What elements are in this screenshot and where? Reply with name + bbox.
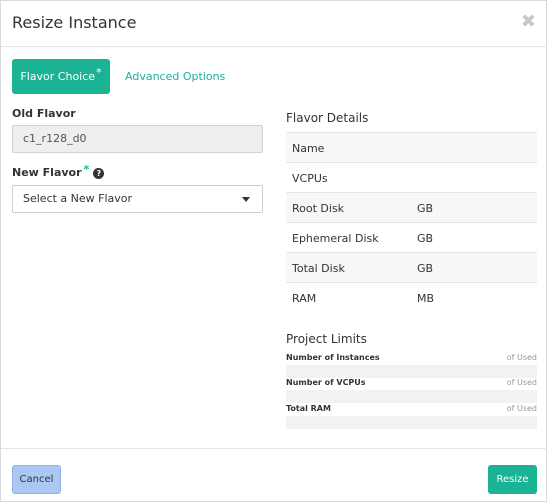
limit-used: of Used: [506, 353, 537, 362]
modal-footer: Cancel Resize: [1, 448, 547, 503]
limit-progress-bar: [286, 416, 537, 429]
resize-button[interactable]: Resize: [488, 465, 537, 494]
new-flavor-label-text: New Flavor: [12, 166, 82, 179]
limit-progress-bar: [286, 365, 537, 378]
row-name: Root Disk: [292, 202, 345, 215]
old-flavor-field: c1_r128_d0: [12, 125, 263, 153]
flavor-details-title: Flavor Details: [286, 111, 369, 125]
new-flavor-selected-value: Select a New Flavor: [23, 192, 133, 205]
row-name: Ephemeral Disk: [292, 232, 379, 245]
tab-flavor-choice[interactable]: Flavor Choice *: [12, 59, 110, 94]
limit-name: Total RAM: [286, 404, 331, 413]
table-row: RAM MB: [286, 282, 537, 312]
table-row: Root Disk GB: [286, 192, 537, 222]
limit-name: Number of VCPUs: [286, 378, 366, 387]
table-row: Total Disk GB: [286, 252, 537, 282]
limit-used: of Used: [506, 378, 537, 387]
flavor-details-table: Name VCPUs Root Disk GB Ephemeral Disk G…: [286, 132, 537, 312]
old-flavor-label: Old Flavor: [12, 107, 76, 120]
new-flavor-select[interactable]: Select a New Flavor: [12, 185, 263, 213]
required-marker: *: [96, 66, 102, 79]
cancel-button[interactable]: Cancel: [12, 465, 61, 494]
limit-name: Number of Instances: [286, 353, 380, 362]
table-row: Ephemeral Disk GB: [286, 222, 537, 252]
limit-used: of Used: [506, 404, 537, 413]
help-icon[interactable]: ?: [93, 168, 105, 179]
row-name: Name: [292, 142, 325, 155]
row-value: MB: [417, 292, 435, 305]
row-value: GB: [417, 202, 434, 215]
new-flavor-label: New Flavor *?: [12, 163, 105, 179]
modal-header: Resize Instance ✖: [1, 1, 547, 47]
table-row: Name: [286, 132, 537, 162]
row-value: GB: [417, 232, 434, 245]
row-value: GB: [417, 262, 434, 275]
tab-advanced-options[interactable]: Advanced Options: [125, 70, 225, 83]
project-limits-title: Project Limits: [286, 332, 367, 346]
row-name: RAM: [292, 292, 317, 305]
modal-title: Resize Instance: [12, 13, 137, 32]
table-row: VCPUs: [286, 162, 537, 192]
resize-instance-modal: Resize Instance ✖ Flavor Choice * Advance…: [0, 0, 547, 502]
close-icon[interactable]: ✖: [521, 11, 536, 32]
chevron-down-icon: [242, 197, 250, 202]
row-name: VCPUs: [292, 172, 328, 185]
tab-label: Flavor Choice: [20, 70, 96, 83]
limit-progress-bar: [286, 390, 537, 403]
row-name: Total Disk: [292, 262, 345, 275]
required-marker: *: [83, 163, 90, 176]
